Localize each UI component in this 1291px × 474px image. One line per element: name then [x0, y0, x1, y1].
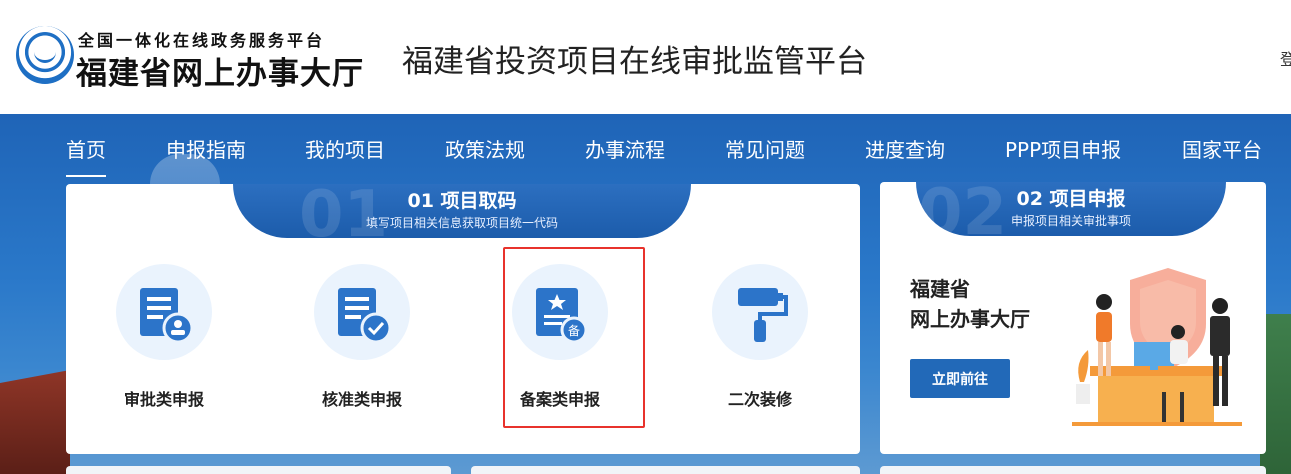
nav-item-guide[interactable]: 申报指南 — [166, 134, 246, 163]
service-approval[interactable]: 审批类申报 — [76, 264, 236, 414]
login-link[interactable]: 登 — [1280, 46, 1291, 70]
hall-heading-line2: 网上办事大厅 — [910, 307, 1030, 331]
nav-item-progress[interactable]: 进度查询 — [865, 134, 945, 163]
verify-doc-icon — [314, 264, 410, 360]
section-subtitle: 填写项目相关信息获取项目统一代码 — [365, 216, 558, 230]
site-header: 全国一体化在线政务服务平台 福建省网上办事大厅 福建省投资项目在线审批监管平台 … — [0, 0, 1291, 114]
service-label: 审批类申报 — [123, 390, 204, 409]
hall-logo-icon[interactable] — [16, 26, 74, 84]
project-code-card: 01 01 项目取码 填写项目相关信息获取项目统一代码 审批类申报 核准类申报 … — [66, 178, 860, 454]
section-title: 01 项目取码 — [407, 190, 517, 212]
selection-highlight — [503, 247, 645, 428]
service-renovation[interactable]: 二次装修 — [672, 264, 832, 414]
banner-building-decoration — [0, 370, 70, 474]
service-label: 核准类申报 — [321, 390, 402, 409]
nav-item-home[interactable]: 首页 — [66, 134, 106, 177]
service-verify[interactable]: 核准类申报 — [274, 264, 434, 414]
nav-item-national[interactable]: 国家平台 — [1182, 134, 1262, 163]
section-title: 02 项目申报 — [1016, 188, 1126, 210]
main-nav: 首页 申报指南 我的项目 政策法规 办事流程 常见问题 进度查询 PPP项目申报… — [0, 120, 1291, 177]
paint-roller-icon — [712, 264, 808, 360]
next-card-edge — [66, 466, 451, 474]
nav-item-my-projects[interactable]: 我的项目 — [305, 134, 385, 163]
section-subtitle: 申报项目相关审批事项 — [1010, 214, 1131, 228]
hall-heading-line1: 福建省 — [910, 277, 970, 301]
hall-heading: 福建省 网上办事大厅 — [910, 274, 1030, 334]
section-tab: 01 01 项目取码 填写项目相关信息获取项目统一代码 — [233, 178, 691, 252]
office-illustration — [1072, 268, 1242, 426]
logo-title[interactable]: 福建省网上办事大厅 — [76, 48, 364, 93]
next-card-edge — [880, 466, 1266, 474]
nav-item-process[interactable]: 办事流程 — [585, 134, 665, 163]
nav-item-ppp[interactable]: PPP项目申报 — [1005, 134, 1121, 163]
platform-title: 福建省投资项目在线审批监管平台 — [402, 44, 867, 80]
project-apply-card: 02 02 项目申报 申报项目相关审批事项 福建省 网上办事大厅 立即前往 — [880, 176, 1266, 454]
approval-doc-icon — [116, 264, 212, 360]
go-now-button[interactable]: 立即前往 — [910, 359, 1010, 398]
section-tab: 02 02 项目申报 申报项目相关审批事项 — [916, 176, 1226, 250]
next-card-edge — [471, 466, 860, 474]
nav-item-faq[interactable]: 常见问题 — [725, 134, 805, 163]
service-label: 二次装修 — [727, 390, 792, 409]
nav-item-policies[interactable]: 政策法规 — [445, 134, 525, 163]
